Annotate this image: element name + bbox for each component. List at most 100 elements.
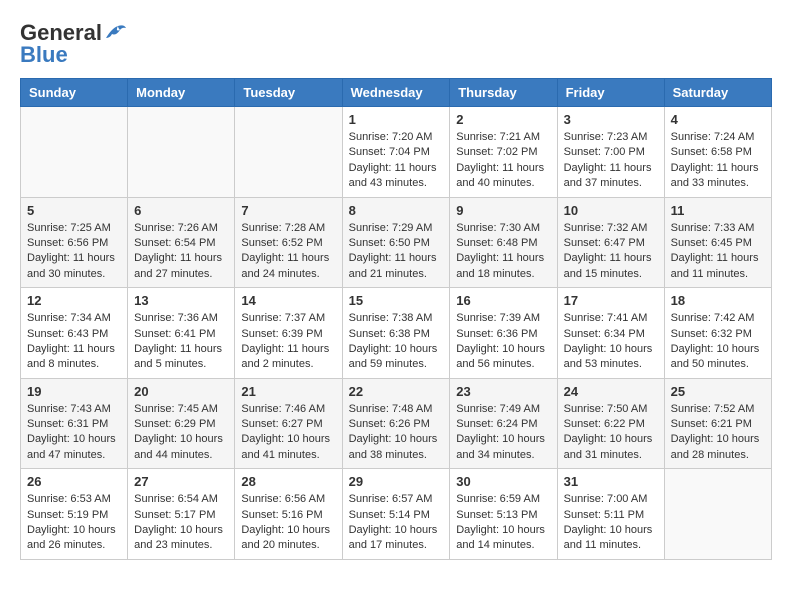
logo-blue-text: Blue bbox=[20, 42, 68, 68]
day-number: 2 bbox=[456, 112, 550, 127]
day-number: 19 bbox=[27, 384, 121, 399]
calendar-header-row: SundayMondayTuesdayWednesdayThursdayFrid… bbox=[21, 79, 772, 107]
day-number: 25 bbox=[671, 384, 765, 399]
page-header: General Blue bbox=[20, 20, 772, 68]
day-number: 8 bbox=[349, 203, 444, 218]
day-number: 31 bbox=[564, 474, 658, 489]
day-of-week-header: Saturday bbox=[664, 79, 771, 107]
day-number: 28 bbox=[241, 474, 335, 489]
day-info: Sunrise: 7:24 AM Sunset: 6:58 PM Dayligh… bbox=[671, 130, 765, 192]
day-of-week-header: Friday bbox=[557, 79, 664, 107]
day-info: Sunrise: 7:23 AM Sunset: 7:00 PM Dayligh… bbox=[564, 130, 658, 192]
day-info: Sunrise: 7:48 AM Sunset: 6:26 PM Dayligh… bbox=[349, 402, 444, 464]
calendar-cell bbox=[21, 107, 128, 198]
calendar-cell: 13 Sunrise: 7:36 AM Sunset: 6:41 PM Dayli… bbox=[128, 288, 235, 379]
day-number: 15 bbox=[349, 293, 444, 308]
day-number: 9 bbox=[456, 203, 550, 218]
day-number: 27 bbox=[134, 474, 228, 489]
calendar-cell: 18 Sunrise: 7:42 AM Sunset: 6:32 PM Dayli… bbox=[664, 288, 771, 379]
day-number: 10 bbox=[564, 203, 658, 218]
day-info: Sunrise: 7:26 AM Sunset: 6:54 PM Dayligh… bbox=[134, 221, 228, 283]
calendar-cell: 19 Sunrise: 7:43 AM Sunset: 6:31 PM Dayli… bbox=[21, 378, 128, 469]
day-info: Sunrise: 7:42 AM Sunset: 6:32 PM Dayligh… bbox=[671, 311, 765, 373]
calendar-cell bbox=[235, 107, 342, 198]
calendar-cell: 4 Sunrise: 7:24 AM Sunset: 6:58 PM Daylig… bbox=[664, 107, 771, 198]
calendar-cell: 11Sunrise: 7:33 AM Sunset: 6:45 PM Dayli… bbox=[664, 197, 771, 288]
day-info: Sunrise: 7:33 AM Sunset: 6:45 PM Dayligh… bbox=[671, 221, 765, 283]
day-of-week-header: Monday bbox=[128, 79, 235, 107]
calendar-cell: 16 Sunrise: 7:39 AM Sunset: 6:36 PM Dayli… bbox=[450, 288, 557, 379]
calendar-cell: 23 Sunrise: 7:49 AM Sunset: 6:24 PM Dayli… bbox=[450, 378, 557, 469]
calendar-week-row: 5Sunrise: 7:25 AM Sunset: 6:56 PM Daylig… bbox=[21, 197, 772, 288]
day-info: Sunrise: 7:37 AM Sunset: 6:39 PM Dayligh… bbox=[241, 311, 335, 373]
day-info: Sunrise: 7:46 AM Sunset: 6:27 PM Dayligh… bbox=[241, 402, 335, 464]
day-info: Sunrise: 7:00 AM Sunset: 5:11 PM Dayligh… bbox=[564, 492, 658, 554]
day-number: 13 bbox=[134, 293, 228, 308]
calendar-cell: 10 Sunrise: 7:32 AM Sunset: 6:47 PM Dayli… bbox=[557, 197, 664, 288]
calendar-cell: 6 Sunrise: 7:26 AM Sunset: 6:54 PM Daylig… bbox=[128, 197, 235, 288]
day-info: Sunrise: 7:30 AM Sunset: 6:48 PM Dayligh… bbox=[456, 221, 550, 283]
calendar-cell: 27 Sunrise: 6:54 AM Sunset: 5:17 PM Dayli… bbox=[128, 469, 235, 560]
logo-bird-icon bbox=[104, 24, 126, 42]
calendar-cell: 20Sunrise: 7:45 AM Sunset: 6:29 PM Dayli… bbox=[128, 378, 235, 469]
calendar-week-row: 26 Sunrise: 6:53 AM Sunset: 5:19 PM Dayli… bbox=[21, 469, 772, 560]
day-of-week-header: Tuesday bbox=[235, 79, 342, 107]
calendar-cell: 17Sunrise: 7:41 AM Sunset: 6:34 PM Dayli… bbox=[557, 288, 664, 379]
calendar-cell: 21 Sunrise: 7:46 AM Sunset: 6:27 PM Dayli… bbox=[235, 378, 342, 469]
calendar-cell: 3 Sunrise: 7:23 AM Sunset: 7:00 PM Daylig… bbox=[557, 107, 664, 198]
calendar-cell: 7 Sunrise: 7:28 AM Sunset: 6:52 PM Daylig… bbox=[235, 197, 342, 288]
day-number: 18 bbox=[671, 293, 765, 308]
calendar-cell: 22 Sunrise: 7:48 AM Sunset: 6:26 PM Dayli… bbox=[342, 378, 450, 469]
day-info: Sunrise: 7:43 AM Sunset: 6:31 PM Dayligh… bbox=[27, 402, 121, 464]
calendar-week-row: 12Sunrise: 7:34 AM Sunset: 6:43 PM Dayli… bbox=[21, 288, 772, 379]
day-info: Sunrise: 6:54 AM Sunset: 5:17 PM Dayligh… bbox=[134, 492, 228, 554]
day-info: Sunrise: 6:56 AM Sunset: 5:16 PM Dayligh… bbox=[241, 492, 335, 554]
day-number: 21 bbox=[241, 384, 335, 399]
day-info: Sunrise: 6:53 AM Sunset: 5:19 PM Dayligh… bbox=[27, 492, 121, 554]
day-info: Sunrise: 7:39 AM Sunset: 6:36 PM Dayligh… bbox=[456, 311, 550, 373]
day-number: 14 bbox=[241, 293, 335, 308]
calendar-cell: 1Sunrise: 7:20 AM Sunset: 7:04 PM Daylig… bbox=[342, 107, 450, 198]
day-info: Sunrise: 7:52 AM Sunset: 6:21 PM Dayligh… bbox=[671, 402, 765, 464]
day-number: 16 bbox=[456, 293, 550, 308]
day-number: 30 bbox=[456, 474, 550, 489]
calendar-cell: 31 Sunrise: 7:00 AM Sunset: 5:11 PM Dayli… bbox=[557, 469, 664, 560]
logo: General Blue bbox=[20, 20, 126, 68]
day-number: 29 bbox=[349, 474, 444, 489]
day-number: 4 bbox=[671, 112, 765, 127]
day-number: 22 bbox=[349, 384, 444, 399]
calendar-week-row: 1Sunrise: 7:20 AM Sunset: 7:04 PM Daylig… bbox=[21, 107, 772, 198]
day-info: Sunrise: 7:29 AM Sunset: 6:50 PM Dayligh… bbox=[349, 221, 444, 283]
calendar-cell: 25 Sunrise: 7:52 AM Sunset: 6:21 PM Dayli… bbox=[664, 378, 771, 469]
day-info: Sunrise: 7:38 AM Sunset: 6:38 PM Dayligh… bbox=[349, 311, 444, 373]
calendar-cell: 24Sunrise: 7:50 AM Sunset: 6:22 PM Dayli… bbox=[557, 378, 664, 469]
day-info: Sunrise: 7:32 AM Sunset: 6:47 PM Dayligh… bbox=[564, 221, 658, 283]
day-info: Sunrise: 6:59 AM Sunset: 5:13 PM Dayligh… bbox=[456, 492, 550, 554]
day-number: 6 bbox=[134, 203, 228, 218]
day-info: Sunrise: 7:49 AM Sunset: 6:24 PM Dayligh… bbox=[456, 402, 550, 464]
day-number: 7 bbox=[241, 203, 335, 218]
day-info: Sunrise: 7:41 AM Sunset: 6:34 PM Dayligh… bbox=[564, 311, 658, 373]
calendar-cell: 12Sunrise: 7:34 AM Sunset: 6:43 PM Dayli… bbox=[21, 288, 128, 379]
calendar-cell bbox=[664, 469, 771, 560]
calendar-cell: 14 Sunrise: 7:37 AM Sunset: 6:39 PM Dayli… bbox=[235, 288, 342, 379]
day-number: 26 bbox=[27, 474, 121, 489]
calendar-cell: 9 Sunrise: 7:30 AM Sunset: 6:48 PM Daylig… bbox=[450, 197, 557, 288]
day-info: Sunrise: 7:36 AM Sunset: 6:41 PM Dayligh… bbox=[134, 311, 228, 373]
day-info: Sunrise: 7:21 AM Sunset: 7:02 PM Dayligh… bbox=[456, 130, 550, 192]
day-of-week-header: Sunday bbox=[21, 79, 128, 107]
calendar-cell: 29 Sunrise: 6:57 AM Sunset: 5:14 PM Dayli… bbox=[342, 469, 450, 560]
calendar-cell bbox=[128, 107, 235, 198]
day-info: Sunrise: 6:57 AM Sunset: 5:14 PM Dayligh… bbox=[349, 492, 444, 554]
day-number: 20 bbox=[134, 384, 228, 399]
calendar-table: SundayMondayTuesdayWednesdayThursdayFrid… bbox=[20, 78, 772, 560]
day-number: 5 bbox=[27, 203, 121, 218]
calendar-cell: 30 Sunrise: 6:59 AM Sunset: 5:13 PM Dayli… bbox=[450, 469, 557, 560]
calendar-cell: 8 Sunrise: 7:29 AM Sunset: 6:50 PM Daylig… bbox=[342, 197, 450, 288]
day-of-week-header: Wednesday bbox=[342, 79, 450, 107]
day-number: 3 bbox=[564, 112, 658, 127]
day-number: 23 bbox=[456, 384, 550, 399]
day-number: 12 bbox=[27, 293, 121, 308]
day-info: Sunrise: 7:20 AM Sunset: 7:04 PM Dayligh… bbox=[349, 130, 444, 192]
day-info: Sunrise: 7:28 AM Sunset: 6:52 PM Dayligh… bbox=[241, 221, 335, 283]
